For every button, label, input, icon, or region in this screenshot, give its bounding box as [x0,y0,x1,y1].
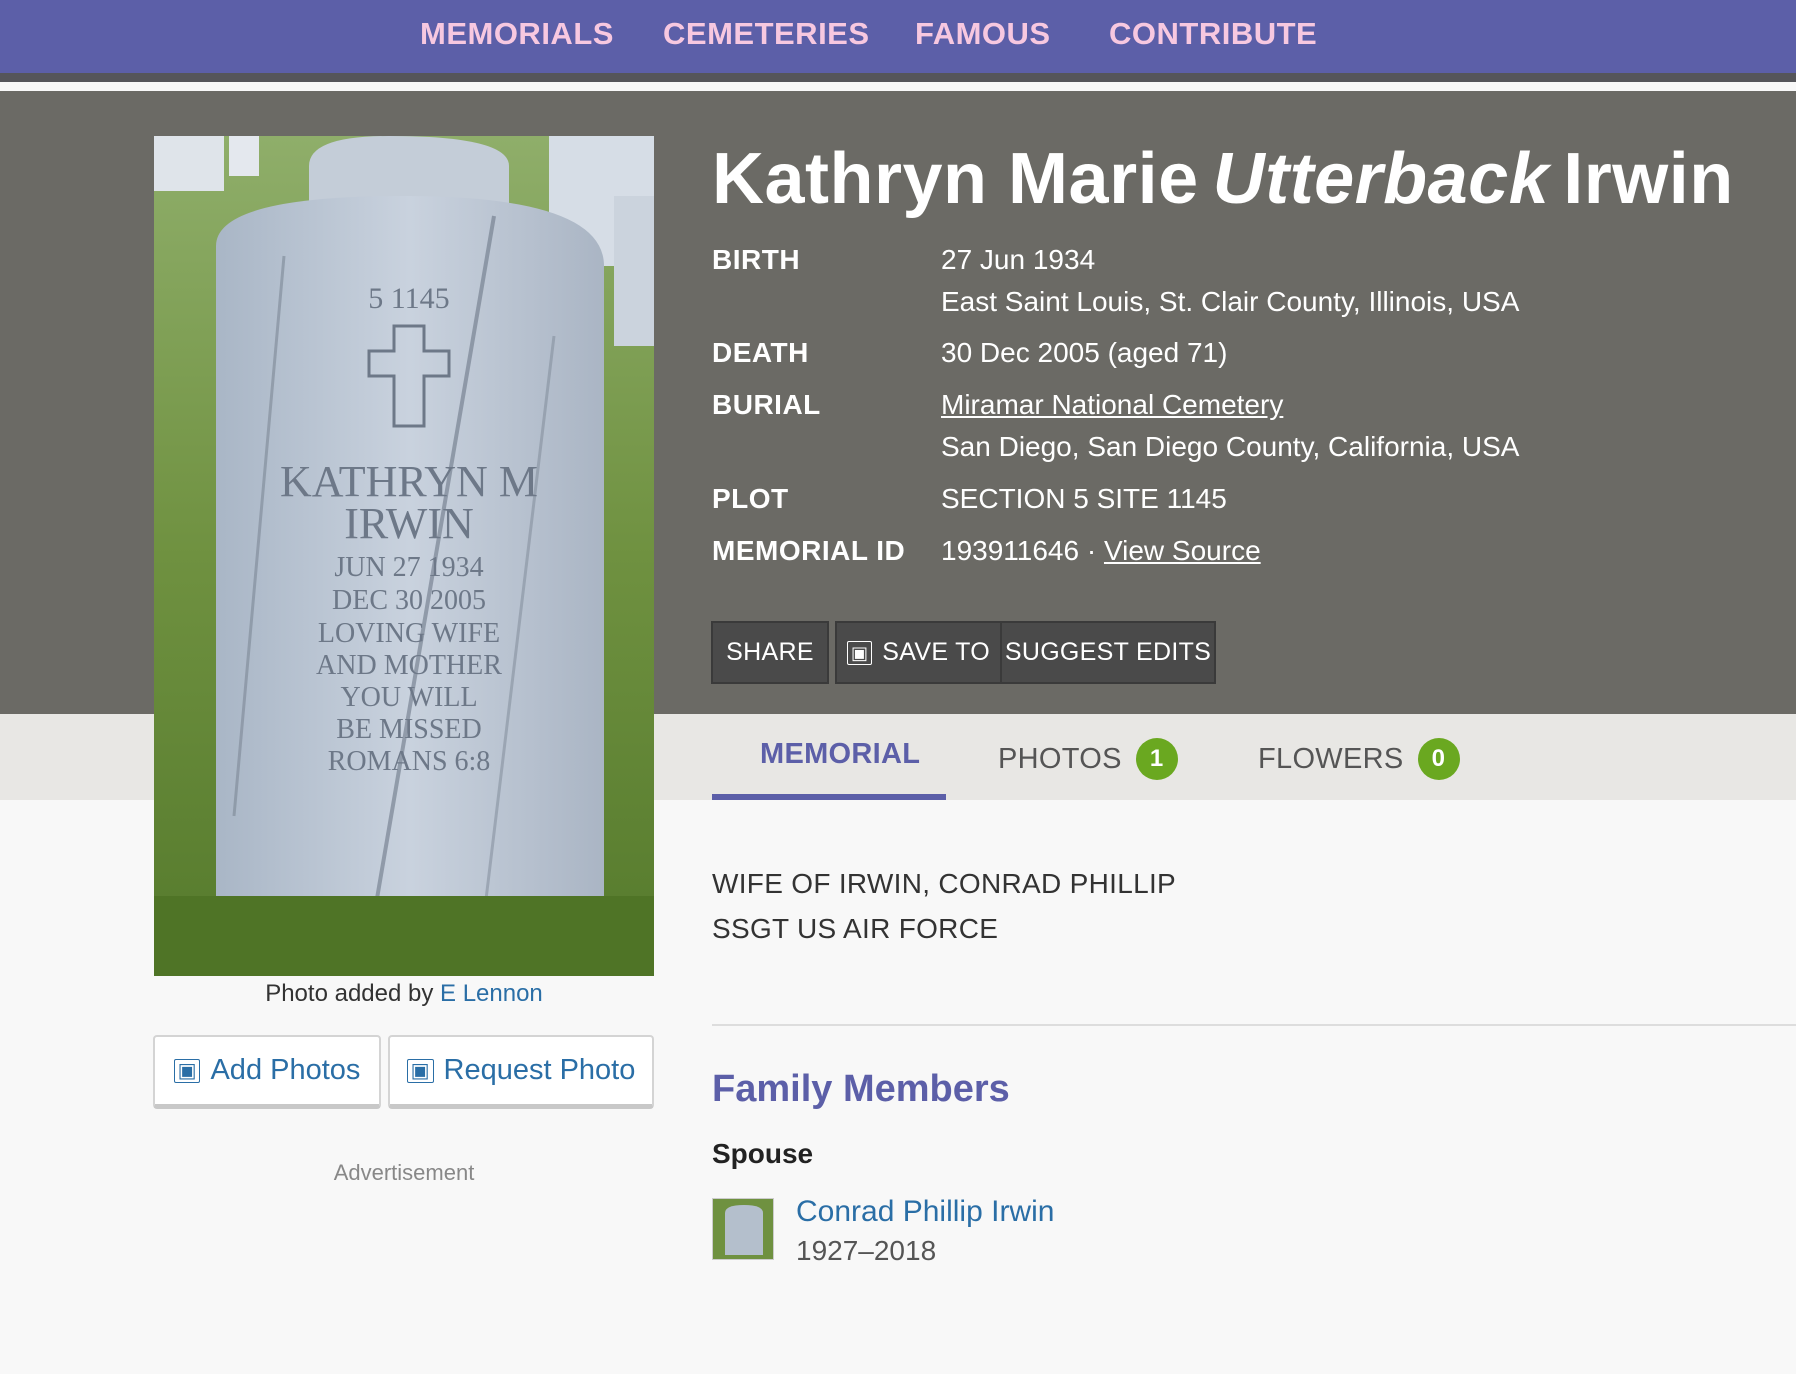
svg-text:DEC 30 2005: DEC 30 2005 [332,585,486,616]
bookmark-icon: ▣ [846,640,873,665]
tab-flowers-label: FLOWERS [1258,742,1404,775]
birth-date: 27 Jun 1934 [941,244,1096,275]
nav-cemeteries[interactable]: CEMETERIES [663,16,870,52]
cemetery-link[interactable]: Miramar National Cemetery [941,389,1283,420]
save-to-button[interactable]: ▣ SAVE TO [835,621,1002,684]
active-tab-indicator [712,794,946,800]
bio-line-1: WIFE OF IRWIN, CONRAD PHILLIP [712,868,1177,899]
suggest-edits-button[interactable]: SUGGEST EDITS [1000,621,1216,684]
memorial-name: Kathryn Marie Utterback Irwin [712,138,1734,220]
add-photos-label: Add Photos [210,1054,361,1086]
svg-text:ROMANS 6:8: ROMANS 6:8 [328,746,491,777]
nav-famous[interactable]: FAMOUS [915,16,1051,52]
id-separator: · [1086,535,1097,566]
burial-cemetery: Miramar National Cemetery [941,389,1283,421]
photos-count-badge: 1 [1135,738,1178,780]
share-button[interactable]: SHARE [711,621,829,684]
headstone-number: 5 1145 [368,282,449,315]
tab-photos-label: PHOTOS [998,742,1122,775]
flowers-count-badge: 0 [1417,738,1460,780]
memorial-id-value: 193911646 · View Source [941,535,1261,567]
memorial-id: 193911646 [941,535,1080,566]
first-names: Kathryn Marie [712,139,1199,219]
spouse-thumbnail[interactable] [712,1198,774,1260]
spouse-name-link[interactable]: Conrad Phillip Irwin [796,1195,1054,1229]
svg-text:BE MISSED: BE MISSED [336,714,481,745]
family-members-heading: Family Members [712,1068,1010,1110]
add-photos-button[interactable]: ▣ Add Photos [153,1035,381,1109]
svg-text:YOU WILL: YOU WILL [340,682,477,713]
svg-text:IRWIN: IRWIN [344,499,474,548]
memorial-photo[interactable]: 5 1145 KATHRYN M IRWIN JUN 27 1934 DEC 3… [154,136,654,976]
svg-text:JUN 27 1934: JUN 27 1934 [334,552,483,583]
nav-memorials[interactable]: MEMORIALS [420,16,614,52]
view-source-link[interactable]: View Source [1104,535,1261,566]
tab-photos[interactable]: PHOTOS 1 [998,738,1178,780]
death-label: DEATH [712,337,809,368]
svg-text:LOVING WIFE: LOVING WIFE [318,618,500,649]
request-photo-label: Request Photo [443,1054,636,1086]
share-label: SHARE [726,638,814,666]
maiden-name: Utterback [1212,139,1550,219]
spouse-headstone-image [713,1199,773,1259]
memorial-id-label: MEMORIAL ID [712,535,906,566]
photo-credit-prefix: Photo added by [265,980,434,1007]
suggest-edits-label: SUGGEST EDITS [1004,638,1212,666]
nav-contribute[interactable]: CONTRIBUTE [1109,16,1317,52]
spouse-label: Spouse [712,1138,814,1169]
save-to-label: SAVE TO [882,638,990,666]
tab-memorial[interactable]: MEMORIAL [760,738,920,771]
burial-label: BURIAL [712,389,821,420]
birth-label: BIRTH [712,244,801,275]
request-photo-button[interactable]: ▣ Request Photo [388,1035,654,1109]
photo-credit: Photo added by E Lennon [154,980,654,1008]
birth-place: East Saint Louis, St. Clair County, Illi… [941,286,1520,317]
photo-request-icon: ▣ [406,1058,434,1083]
svg-text:AND MOTHER: AND MOTHER [316,650,502,681]
tab-memorial-label: MEMORIAL [760,738,921,770]
tab-flowers[interactable]: FLOWERS 0 [1258,738,1460,780]
top-nav: MEMORIALS CEMETERIES FAMOUS CONTRIBUTE [0,0,1796,82]
death-date: 30 Dec 2005 (aged 71) [941,337,1228,368]
section-divider [712,1024,1796,1026]
plot-value: SECTION 5 SITE 1145 [941,483,1227,514]
photo-author-link[interactable]: E Lennon [440,980,543,1007]
headstone-image: 5 1145 KATHRYN M IRWIN JUN 27 1934 DEC 3… [154,136,654,976]
spouse-dates: 1927–2018 [796,1235,937,1266]
camera-icon: ▣ [173,1058,201,1083]
advertisement-label: Advertisement [333,1160,475,1185]
last-name: Irwin [1563,139,1734,219]
plot-label: PLOT [712,483,789,514]
burial-place: San Diego, San Diego County, California,… [941,431,1520,462]
bio-line-2: SSGT US AIR FORCE [712,913,999,944]
